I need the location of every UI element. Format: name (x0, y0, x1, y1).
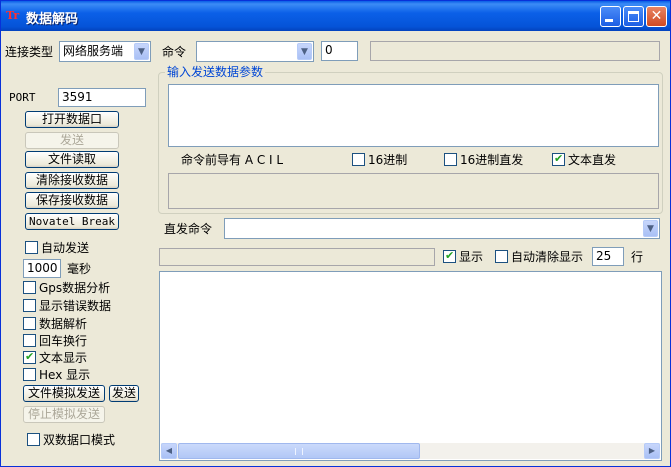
interval-input[interactable]: 1000 (23, 259, 61, 278)
command-count-input[interactable]: 0 (321, 41, 358, 61)
novatel-break-button[interactable]: Novatel Break (25, 213, 119, 230)
file-read-button[interactable]: 文件读取 (25, 151, 119, 168)
text-display-checkbox[interactable]: ✔ (23, 350, 36, 364)
main-window: Tr 数据解码 ✕ 连接类型 网络服务端 ▼ 命令 ▼ 0 PORT 3591 … (0, 0, 671, 467)
stop-simulate-send-button[interactable]: 停止模拟发送 (23, 406, 105, 423)
lines-unit-label: 行 (631, 250, 644, 264)
arrow-right-icon[interactable]: ▶ (644, 443, 660, 459)
close-button[interactable]: ✕ (646, 6, 667, 27)
send-params-group-title: 输入发送数据参数 (165, 65, 266, 79)
auto-send-label: 自动发送 (41, 241, 90, 255)
lines-input[interactable]: 25 (592, 247, 624, 266)
text-display-label: 文本显示 (39, 351, 88, 365)
direct-command-label: 直发命令 (164, 222, 213, 236)
connection-type-select[interactable]: 网络服务端 ▼ (59, 41, 151, 62)
direct-command-dropdown-button[interactable]: ▼ (643, 220, 658, 237)
connection-type-value: 网络服务端 (63, 44, 124, 58)
grip-icon (295, 448, 303, 455)
send-button[interactable]: 发送 (25, 132, 119, 149)
maximize-button[interactable] (623, 6, 644, 27)
command-label: 命令 (162, 45, 187, 59)
show-errors-checkbox[interactable] (23, 299, 36, 312)
chevron-down-icon: ▼ (138, 47, 145, 57)
app-icon: Tr (6, 9, 20, 22)
arrow-left-icon[interactable]: ◀ (161, 443, 177, 459)
dual-port-mode-label: 双数据口模式 (43, 433, 116, 447)
port-label: PORT (9, 91, 36, 104)
command-select[interactable]: ▼ (196, 41, 314, 62)
send-data-textarea[interactable] (168, 84, 659, 147)
dual-port-mode-checkbox[interactable] (27, 433, 40, 446)
minimize-button[interactable] (600, 6, 621, 27)
text-direct-checkbox[interactable]: ✔ (552, 152, 565, 166)
hex-direct-checkbox[interactable] (444, 153, 457, 166)
hex-direct-label: 16进制直发 (460, 153, 524, 167)
command-prefix-label: 命令前导有 A C I L (181, 153, 284, 167)
auto-clear-label: 自动清除显示 (511, 250, 584, 264)
minimize-icon (605, 19, 613, 22)
window-title: 数据解码 (26, 12, 79, 27)
receive-display-textarea[interactable]: ◀ ▶ (159, 271, 662, 461)
close-icon: ✕ (650, 8, 663, 24)
data-parse-label: 数据解析 (39, 317, 88, 331)
checkmark-icon: ✔ (554, 152, 564, 165)
show-label: 显示 (459, 250, 484, 264)
port-input[interactable]: 3591 (58, 88, 146, 107)
save-received-button[interactable]: 保存接收数据 (25, 192, 119, 209)
checkmark-icon: ✔ (25, 350, 35, 363)
data-parse-checkbox[interactable] (23, 317, 36, 330)
interval-unit-label: 毫秒 (67, 262, 92, 276)
chevron-down-icon: ▼ (301, 47, 308, 57)
send-small-button[interactable]: 发送 (109, 385, 139, 402)
open-port-button[interactable]: 打开数据口 (25, 111, 119, 128)
auto-clear-checkbox[interactable] (495, 250, 508, 263)
maximize-icon (628, 11, 639, 22)
hex-display-checkbox[interactable] (23, 368, 36, 381)
chevron-down-icon: ▼ (647, 224, 654, 234)
command-dropdown-button[interactable]: ▼ (297, 43, 312, 60)
newline-checkbox[interactable] (23, 334, 36, 347)
gps-analysis-checkbox[interactable] (23, 281, 36, 294)
hex-display-label: Hex 显示 (39, 368, 91, 382)
show-errors-label: 显示错误数据 (39, 299, 112, 313)
file-simulate-send-button[interactable]: 文件模拟发送 (23, 385, 105, 402)
direct-command-select[interactable]: ▼ (224, 218, 660, 239)
show-checkbox[interactable]: ✔ (443, 249, 456, 263)
newline-label: 回车换行 (39, 334, 88, 348)
scrollbar-thumb[interactable] (178, 443, 420, 459)
connection-type-dropdown-button[interactable]: ▼ (134, 43, 149, 60)
checkmark-icon: ✔ (445, 249, 455, 262)
hex-label: 16进制 (368, 153, 408, 167)
title-bar[interactable]: Tr 数据解码 ✕ (1, 1, 670, 31)
connection-type-label: 连接类型 (5, 45, 54, 59)
auto-send-checkbox[interactable] (25, 241, 38, 254)
hex-checkbox[interactable] (352, 153, 365, 166)
gps-analysis-label: Gps数据分析 (39, 281, 111, 295)
send-preview-field (168, 173, 659, 209)
display-status-field (159, 248, 435, 266)
clear-received-button[interactable]: 清除接收数据 (25, 172, 119, 189)
text-direct-label: 文本直发 (568, 153, 617, 167)
horizontal-scrollbar[interactable]: ◀ ▶ (161, 443, 660, 459)
command-status-field (370, 41, 660, 61)
